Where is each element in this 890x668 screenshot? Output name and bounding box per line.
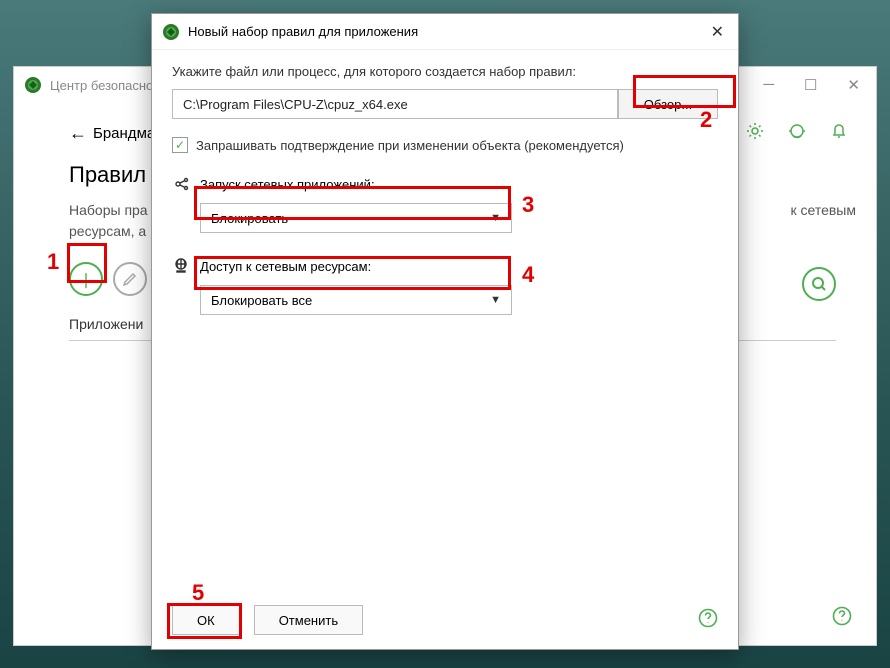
file-path-input[interactable] bbox=[172, 89, 618, 119]
ok-button[interactable]: ОК bbox=[172, 605, 240, 635]
dialog-title: Новый набор правил для приложения bbox=[188, 24, 707, 39]
file-label: Укажите файл или процесс, для которого с… bbox=[172, 64, 718, 79]
dialog-titlebar: Новый набор правил для приложения ✕ bbox=[152, 14, 738, 50]
help-icon[interactable] bbox=[832, 606, 852, 631]
add-button[interactable]: ＋ bbox=[69, 262, 103, 296]
drweb-logo-icon bbox=[24, 76, 42, 94]
access-dropdown-value: Блокировать все bbox=[211, 293, 312, 308]
edit-button[interactable] bbox=[113, 262, 147, 296]
help-icon[interactable] bbox=[698, 608, 718, 633]
launch-dropdown[interactable]: Блокировать ▼ bbox=[200, 203, 512, 233]
new-rule-dialog: Новый набор правил для приложения ✕ Укаж… bbox=[151, 13, 739, 650]
drweb-logo-icon bbox=[162, 23, 180, 41]
access-dropdown[interactable]: Блокировать все ▼ bbox=[200, 285, 512, 315]
support-icon[interactable] bbox=[788, 122, 806, 145]
window-controls: ─ ☐ ✕ bbox=[757, 76, 866, 94]
checkbox-icon[interactable]: ✓ bbox=[172, 137, 188, 153]
confirm-checkbox-row[interactable]: ✓ Запрашивать подтверждение при изменени… bbox=[172, 137, 718, 153]
header-icons bbox=[746, 122, 848, 145]
chevron-down-icon: ▼ bbox=[490, 294, 501, 306]
bell-icon[interactable] bbox=[830, 122, 848, 145]
network-icon bbox=[172, 257, 190, 275]
chevron-down-icon: ▼ bbox=[490, 212, 501, 224]
checkbox-label: Запрашивать подтверждение при изменении … bbox=[196, 138, 624, 153]
minimize-button[interactable]: ─ bbox=[757, 76, 780, 94]
browse-button[interactable]: Обзор... bbox=[618, 89, 718, 119]
launch-icon bbox=[172, 175, 190, 193]
back-arrow-icon[interactable]: ← bbox=[69, 123, 87, 144]
cancel-button[interactable]: Отменить bbox=[254, 605, 363, 635]
search-button[interactable] bbox=[802, 267, 836, 301]
close-icon[interactable]: ✕ bbox=[707, 22, 728, 42]
launch-section-label: Запуск сетевых приложений: bbox=[172, 175, 718, 193]
access-section-label: Доступ к сетевым ресурсам: bbox=[172, 257, 718, 275]
gear-icon[interactable] bbox=[746, 122, 764, 145]
maximize-button[interactable]: ☐ bbox=[798, 76, 823, 94]
close-button[interactable]: ✕ bbox=[841, 76, 866, 94]
launch-dropdown-value: Блокировать bbox=[211, 211, 288, 226]
